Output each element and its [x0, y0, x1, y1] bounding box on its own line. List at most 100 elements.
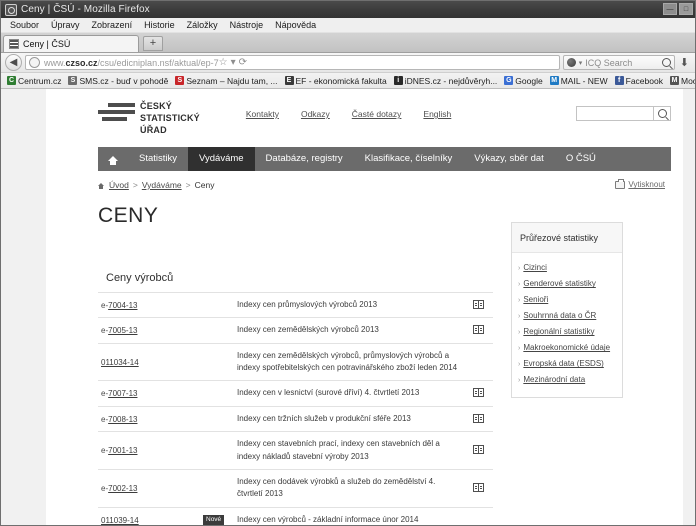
- header-link-kontakty[interactable]: Kontakty: [246, 109, 279, 119]
- menu-item-zobrazeni[interactable]: Zobrazení: [86, 18, 139, 32]
- menu-item-zalozky[interactable]: Záložky: [181, 18, 224, 32]
- bookmark-moodle[interactable]: MMoodle EF: KEN: [667, 76, 695, 86]
- csu-logo[interactable]: ČESKÝ STATISTICKÝ ÚŘAD: [98, 101, 200, 137]
- maximize-button[interactable]: □: [679, 3, 693, 15]
- site-search-button[interactable]: [654, 106, 671, 121]
- list-item[interactable]: › Senioři: [518, 292, 616, 308]
- bookmark-facebook[interactable]: f Facebook: [612, 76, 666, 86]
- reload-icon[interactable]: ⟳: [239, 57, 247, 68]
- nav-item-klasifikace-ciselniky[interactable]: Klasifikace, číselníky: [354, 147, 464, 171]
- publication-icon-cell[interactable]: [463, 292, 493, 317]
- book-icon[interactable]: [472, 445, 484, 455]
- sidebar-item-genderove-statistiky[interactable]: Genderové statistiky: [523, 279, 595, 288]
- nav-item-vydavame[interactable]: Vydáváme: [188, 146, 255, 171]
- list-item[interactable]: › Cizinci: [518, 260, 616, 276]
- list-item[interactable]: › Souhrnná data o ČR: [518, 308, 616, 324]
- list-item[interactable]: › Genderové statistiky: [518, 276, 616, 292]
- menu-item-nastroje[interactable]: Nástroje: [224, 18, 270, 32]
- bookmark-idnes[interactable]: i iDNES.cz - nejdůvěryh...: [391, 76, 501, 86]
- browser-tab-ceny[interactable]: Ceny | ČSÚ: [3, 35, 139, 52]
- header-link-odkazy[interactable]: Odkazy: [301, 109, 330, 119]
- nav-item-o-csu[interactable]: O ČSÚ: [555, 147, 607, 171]
- table-row[interactable]: e-7008-13 Indexy cen tržních služeb v pr…: [98, 406, 493, 431]
- bookmark-mail[interactable]: M MAIL - NEW: [547, 76, 611, 86]
- book-icon[interactable]: [472, 324, 484, 334]
- breadcrumb-item-uvod[interactable]: Úvod: [109, 180, 129, 190]
- publication-title: Indexy cen tržních služeb v produkční sf…: [237, 413, 411, 423]
- minimize-button[interactable]: —: [663, 3, 677, 15]
- table-row[interactable]: 011034-14 Indexy cen zemědělských výrobc…: [98, 343, 493, 381]
- book-icon[interactable]: [472, 413, 484, 423]
- table-row[interactable]: e-7004-13 Indexy cen průmyslových výrobc…: [98, 292, 493, 317]
- sidebar-item-makroekonomicke-udaje[interactable]: Makroekonomické údaje: [523, 343, 610, 352]
- menu-item-napoveda[interactable]: Nápověda: [269, 18, 322, 32]
- bookmark-sms[interactable]: S SMS.cz - buď v pohodě: [65, 76, 171, 86]
- bookmark-ef[interactable]: E EF - ekonomická fakulta: [282, 76, 390, 86]
- sidebar-item-mezinarodni-data[interactable]: Mezinárodní data: [523, 375, 585, 384]
- list-item[interactable]: › Regionální statistiky: [518, 324, 616, 340]
- table-row[interactable]: e-7002-13 Indexy cen dodávek výrobků a s…: [98, 469, 493, 508]
- new-tab-button[interactable]: +: [143, 36, 163, 51]
- nav-item-statistiky[interactable]: Statistiky: [128, 147, 188, 171]
- site-search-input[interactable]: [576, 106, 654, 121]
- publication-code-link[interactable]: 7002-13: [108, 484, 137, 493]
- status-badge: Nové: [203, 515, 225, 525]
- sidebar-item-cizinci[interactable]: Cizinci: [523, 263, 547, 272]
- book-icon[interactable]: [472, 482, 484, 492]
- chevron-down-icon[interactable]: ▾: [231, 57, 236, 68]
- nav-item-home[interactable]: [98, 147, 128, 171]
- book-icon[interactable]: [472, 388, 484, 398]
- table-row[interactable]: e-7001-13 Indexy cen stavebních prací, i…: [98, 431, 493, 470]
- search-icon[interactable]: [661, 58, 671, 67]
- publication-code-link[interactable]: 7005-13: [108, 326, 137, 335]
- window-controls: — □: [663, 3, 693, 15]
- publication-icon-cell[interactable]: [463, 381, 493, 406]
- bookmark-favicon-icon: C: [7, 76, 16, 85]
- menu-item-upravy[interactable]: Úpravy: [45, 18, 86, 32]
- header-link-caste-dotazy[interactable]: Časté dotazy: [352, 109, 402, 119]
- print-link-label[interactable]: Vytisknout: [628, 180, 665, 189]
- header-link-english[interactable]: English: [423, 109, 451, 119]
- bookmark-google[interactable]: G Google: [501, 76, 545, 86]
- publication-code-link[interactable]: 7007-13: [108, 389, 137, 398]
- publication-icon-cell[interactable]: [463, 406, 493, 431]
- downloads-icon[interactable]: ⬇: [678, 56, 691, 69]
- chevron-down-icon[interactable]: ▾: [579, 59, 583, 67]
- sidebar-item-evropska-data-esds[interactable]: Evropská data (ESDS): [523, 359, 603, 368]
- url-bar[interactable]: www.czso.cz/csu/edicniplan.nsf/aktual/ep…: [25, 55, 560, 70]
- nav-item-databaze-registry[interactable]: Databáze, registry: [255, 147, 354, 171]
- publication-icon-cell[interactable]: [463, 470, 493, 508]
- table-row[interactable]: 011039-14 Nové Indexy cen výrobců - zákl…: [98, 507, 493, 525]
- bookmark-star-icon[interactable]: ☆: [219, 57, 228, 68]
- publication-code-link[interactable]: 7008-13: [108, 415, 137, 424]
- publication-icon-cell[interactable]: [463, 318, 493, 343]
- table-row[interactable]: e-7005-13 Indexy cen zemědělských výrobc…: [98, 317, 493, 343]
- list-item[interactable]: › Evropská data (ESDS): [518, 356, 616, 372]
- navigation-toolbar: ◀ www.czso.cz/csu/edicniplan.nsf/aktual/…: [1, 53, 695, 73]
- menu-item-soubor[interactable]: Soubor: [4, 18, 45, 32]
- site-identity-icon[interactable]: [29, 57, 40, 68]
- search-engine-icon[interactable]: [566, 58, 576, 67]
- page-title: CENY: [98, 203, 159, 227]
- browser-search-input[interactable]: ICQ Search: [585, 58, 658, 68]
- browser-search-box[interactable]: ▾ ICQ Search: [562, 55, 675, 70]
- nav-item-vykazy-sber-dat[interactable]: Výkazy, sběr dat: [463, 147, 555, 171]
- bookmark-seznam[interactable]: S Seznam – Najdu tam, ...: [172, 76, 280, 86]
- sidebar-item-souhrnna-data-o-cr[interactable]: Souhrnná data o ČR: [523, 311, 596, 320]
- breadcrumb-item-vydavame[interactable]: Vydáváme: [142, 180, 182, 190]
- publication-icon-cell[interactable]: [463, 432, 493, 470]
- bookmark-centrum[interactable]: C Centrum.cz: [4, 76, 64, 86]
- sidebar-item-seniori[interactable]: Senioři: [523, 295, 548, 304]
- print-link[interactable]: Vytisknout: [615, 179, 665, 189]
- publication-code-link[interactable]: 7001-13: [108, 446, 137, 455]
- menu-item-historie[interactable]: Historie: [138, 18, 181, 32]
- publication-code-link[interactable]: 011034-14: [101, 358, 139, 367]
- list-item[interactable]: › Mezinárodní data: [518, 372, 616, 388]
- list-item[interactable]: › Makroekonomické údaje: [518, 340, 616, 356]
- table-row[interactable]: e-7007-13 Indexy cen v lesnictví (surové…: [98, 380, 493, 406]
- book-icon[interactable]: [472, 299, 484, 309]
- sidebar-item-regionalni-statistiky[interactable]: Regionální statistiky: [523, 327, 594, 336]
- publication-code-link[interactable]: 011039-14: [101, 516, 139, 525]
- back-button[interactable]: ◀: [5, 54, 22, 71]
- publication-code-link[interactable]: 7004-13: [108, 301, 137, 310]
